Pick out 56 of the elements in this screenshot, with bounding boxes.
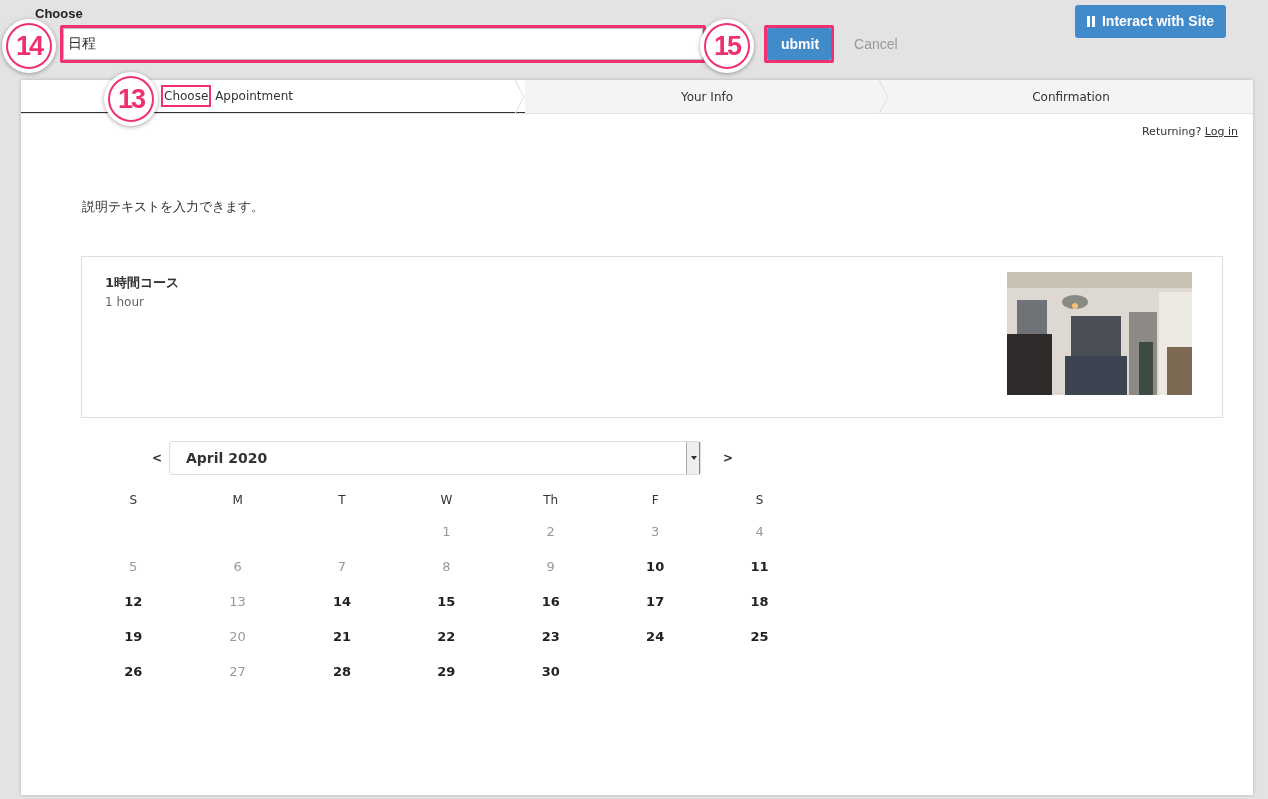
calendar-day[interactable]: 11 xyxy=(750,559,769,574)
calendar-day[interactable]: 23 xyxy=(541,629,560,644)
calendar-day: 1 xyxy=(442,524,451,539)
calendar-day[interactable]: 26 xyxy=(124,664,143,679)
calendar-day[interactable]: 25 xyxy=(750,629,769,644)
service-card[interactable]: 1時間コース 1 hour xyxy=(81,256,1223,418)
calendar-day[interactable]: 12 xyxy=(124,594,143,609)
calendar-day[interactable]: 19 xyxy=(124,629,143,644)
weekday-label: F xyxy=(651,493,659,507)
calendar-day: 4 xyxy=(755,524,764,539)
login-link[interactable]: Log in xyxy=(1204,125,1238,138)
calendar-day[interactable]: 29 xyxy=(437,664,456,679)
weekday-label: W xyxy=(440,493,453,507)
weekday-label: M xyxy=(232,493,243,507)
calendar-day[interactable]: 28 xyxy=(332,664,351,679)
service-duration: 1 hour xyxy=(105,293,145,311)
calendar-day[interactable]: 14 xyxy=(332,594,351,609)
calendar-day: 13 xyxy=(229,594,246,609)
weekday-label: T xyxy=(338,493,346,507)
calendar-day: 9 xyxy=(546,559,555,574)
callout-badge: 13 xyxy=(108,76,154,122)
input-field[interactable]: 日程 xyxy=(63,28,703,60)
previous-month-button[interactable]: < xyxy=(145,449,169,467)
calendar-day: 27 xyxy=(229,664,246,679)
calendar-day: 8 xyxy=(442,559,451,574)
service-title: 1時間コース xyxy=(105,274,180,292)
calendar-day[interactable]: 15 xyxy=(437,594,456,609)
calendar-day: 2 xyxy=(546,524,555,539)
calendar-day[interactable]: 18 xyxy=(750,594,769,609)
pause-icon xyxy=(1086,16,1095,27)
next-month-button[interactable]: > xyxy=(716,449,740,467)
calendar-day[interactable]: 17 xyxy=(646,594,665,609)
calendar-day[interactable]: 24 xyxy=(646,629,665,644)
step-tab[interactable]: Your Info xyxy=(525,80,889,113)
weekday-label: Th xyxy=(543,493,559,507)
description-text: 説明テキストを入力できます。 xyxy=(82,197,265,216)
calendar-day: 3 xyxy=(651,524,660,539)
submit-button[interactable]: ubmit xyxy=(767,28,832,60)
calendar-day: 20 xyxy=(229,629,246,644)
calendar-day: 6 xyxy=(233,559,242,574)
month-select[interactable]: April 2020 xyxy=(169,441,701,475)
calendar-day[interactable]: 21 xyxy=(332,629,351,644)
weekday-label: S xyxy=(755,493,764,507)
calendar-day[interactable]: 10 xyxy=(646,559,665,574)
calendar-day[interactable]: 30 xyxy=(541,664,560,679)
calendar-day: 7 xyxy=(337,559,347,574)
dropdown-icon xyxy=(686,442,700,474)
weekday-label: S xyxy=(129,493,137,507)
field-label: Choose xyxy=(35,6,84,22)
callout-badge: 14 xyxy=(6,23,52,69)
callout-badge: 15 xyxy=(704,23,750,69)
returning-text: Returning? xyxy=(1141,125,1202,138)
calendar-day[interactable]: 16 xyxy=(541,594,560,609)
calendar-day[interactable]: 22 xyxy=(437,629,456,644)
interact-button[interactable]: Interact with Site xyxy=(1074,5,1226,38)
calendar-day: 5 xyxy=(129,559,138,574)
